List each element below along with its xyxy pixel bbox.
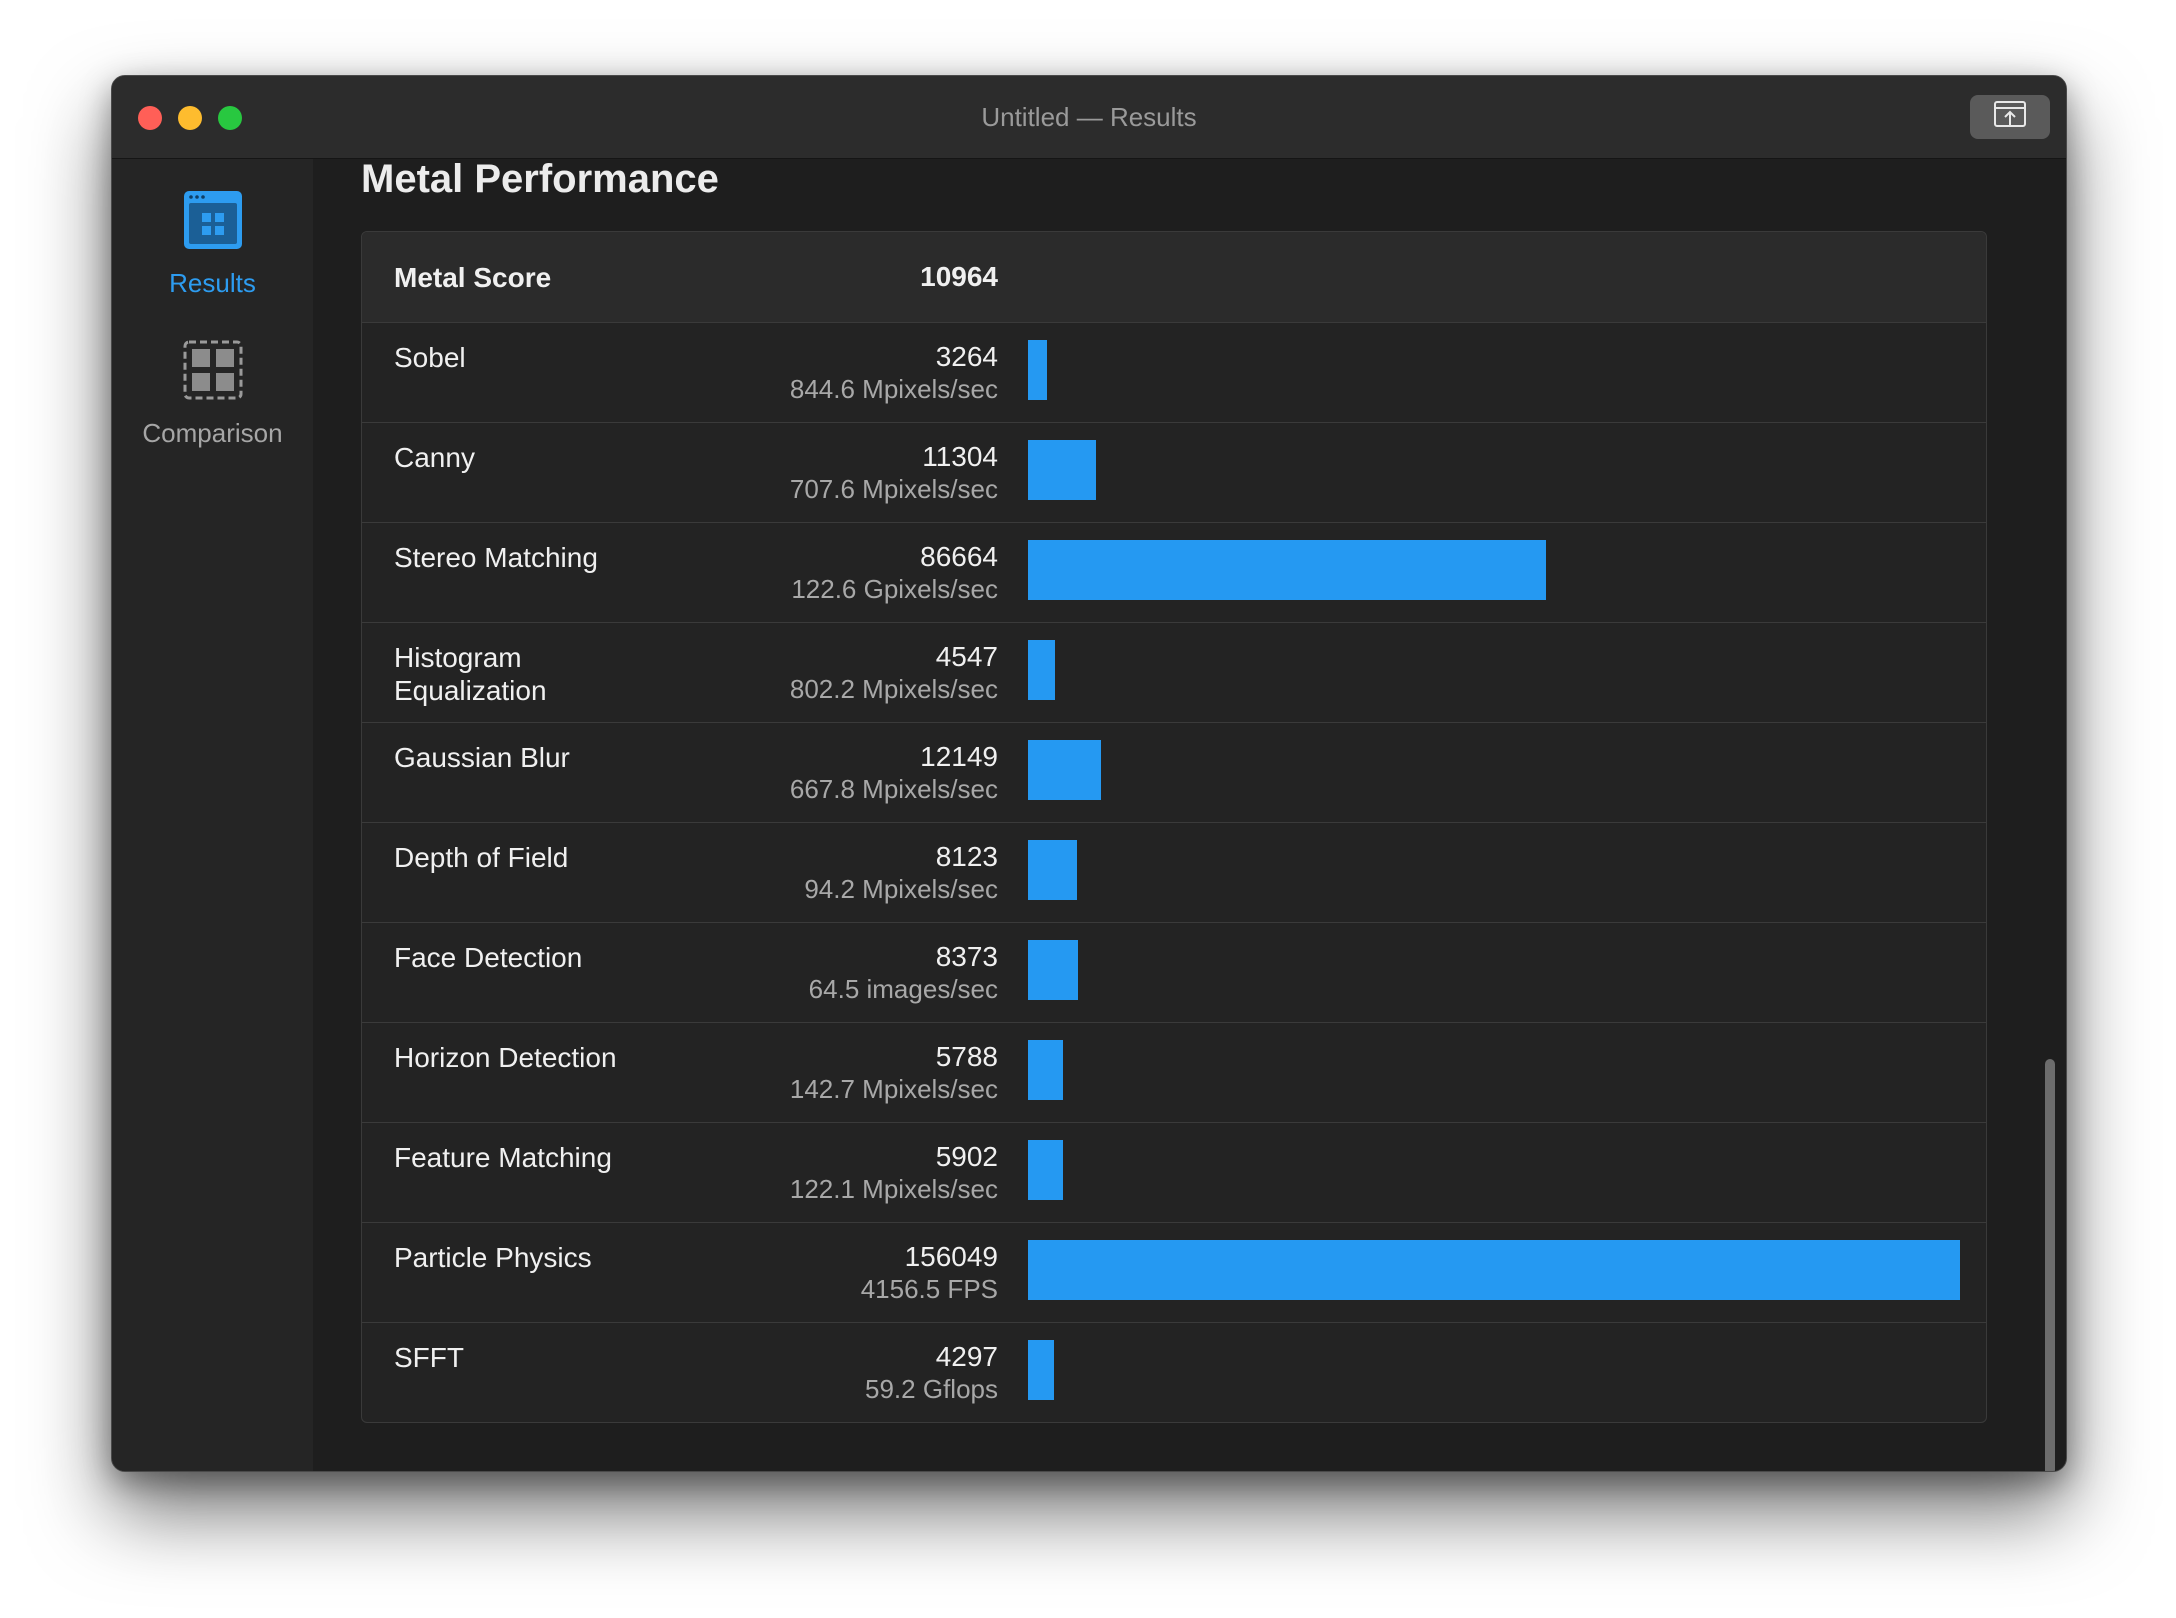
table-row: Particle Physics 156049 4156.5 FPS xyxy=(362,1223,1986,1323)
test-name: Face Detection xyxy=(394,942,583,973)
table-row: Canny 11304 707.6 Mpixels/sec xyxy=(362,423,1986,523)
score-bar xyxy=(1028,1040,1063,1100)
test-score: 4547 xyxy=(935,641,998,672)
score-bar xyxy=(1028,640,1055,700)
table-row: SFFT 4297 59.2 Gflops xyxy=(362,1323,1986,1422)
test-name: Stereo Matching xyxy=(394,542,598,573)
test-score: 8373 xyxy=(935,941,998,972)
score-bar xyxy=(1028,940,1078,1000)
sidebar: Results Comparison xyxy=(112,159,313,1471)
test-score: 3264 xyxy=(935,341,998,372)
test-score: 86664 xyxy=(920,541,998,572)
test-rate: 142.7 Mpixels/sec xyxy=(789,1074,998,1104)
results-grid-icon xyxy=(112,189,313,256)
test-name: Particle Physics xyxy=(394,1242,592,1273)
scrollbar-thumb[interactable] xyxy=(2045,1059,2055,1471)
score-bar xyxy=(1028,540,1546,600)
test-rate: 4156.5 FPS xyxy=(860,1274,998,1304)
table-row: Histogram Equalization 4547 802.2 Mpixels/… xyxy=(362,623,1986,723)
score-bar xyxy=(1028,740,1101,800)
test-score: 5902 xyxy=(935,1141,998,1172)
sidebar-item-comparison[interactable]: Comparison xyxy=(112,339,313,449)
table-row: Depth of Field 8123 94.2 Mpixels/sec xyxy=(362,823,1986,923)
table-row: Face Detection 8373 64.5 images/sec xyxy=(362,923,1986,1023)
test-score: 156049 xyxy=(904,1241,998,1272)
test-rate: 844.6 Mpixels/sec xyxy=(789,374,998,404)
test-score: 12149 xyxy=(920,741,998,772)
test-rate: 59.2 Gflops xyxy=(865,1374,998,1404)
test-score: 5788 xyxy=(935,1041,998,1072)
share-upload-icon xyxy=(1993,100,2027,135)
score-bar xyxy=(1028,1140,1063,1200)
score-bar xyxy=(1028,840,1077,900)
test-name: Sobel xyxy=(394,342,466,373)
test-score: 11304 xyxy=(922,441,998,472)
score-bar xyxy=(1028,440,1096,500)
title-bar: Untitled — Results xyxy=(112,76,2066,159)
vertical-scrollbar[interactable] xyxy=(2042,159,2058,1471)
summary-label: Metal Score xyxy=(394,262,552,293)
section-title: Metal Performance xyxy=(361,157,719,201)
share-button[interactable] xyxy=(1970,95,2050,139)
test-rate: 122.6 Gpixels/sec xyxy=(791,574,998,604)
test-name: SFFT xyxy=(394,1342,464,1373)
sidebar-item-label: Comparison xyxy=(142,418,283,448)
test-rate: 94.2 Mpixels/sec xyxy=(804,874,998,904)
test-rate: 707.6 Mpixels/sec xyxy=(789,474,998,504)
test-name: Histogram Equalization xyxy=(394,642,547,706)
table-row: Feature Matching 5902 122.1 Mpixels/sec xyxy=(362,1123,1986,1223)
test-name: Canny xyxy=(394,442,475,473)
score-bar xyxy=(1028,1240,1960,1300)
sidebar-item-results[interactable]: Results xyxy=(112,189,313,299)
table-row: Sobel 3264 844.6 Mpixels/sec xyxy=(362,323,1986,423)
test-rate: 802.2 Mpixels/sec xyxy=(789,674,998,704)
sidebar-item-label: Results xyxy=(169,268,256,298)
test-name: Feature Matching xyxy=(394,1142,612,1173)
comparison-grid-icon xyxy=(112,339,313,406)
test-name: Depth of Field xyxy=(394,842,569,873)
test-name: Horizon Detection xyxy=(394,1042,617,1073)
score-bar xyxy=(1028,1340,1054,1400)
window-title: Untitled — Results xyxy=(981,102,1197,132)
score-bar xyxy=(1028,340,1047,400)
test-rate: 122.1 Mpixels/sec xyxy=(789,1174,998,1204)
table-row: Horizon Detection 5788 142.7 Mpixels/sec xyxy=(362,1023,1986,1123)
summary-row: Metal Score 10964 xyxy=(362,232,1986,323)
test-rate: 667.8 Mpixels/sec xyxy=(789,774,998,804)
test-score: 4297 xyxy=(935,1341,998,1372)
results-table: Metal Score 10964 Sobel 3264 844.6 Mpixels… xyxy=(361,231,1987,1423)
summary-score: 10964 xyxy=(920,261,998,292)
table-row: Stereo Matching 86664 122.6 Gpixels/sec xyxy=(362,523,1986,623)
test-score: 8123 xyxy=(935,841,998,872)
test-name: Gaussian Blur xyxy=(394,742,570,773)
test-rate: 64.5 images/sec xyxy=(808,974,998,1004)
results-content[interactable]: Metal Performance Metal Score 10964 Sobe… xyxy=(313,157,2066,1471)
table-row: Gaussian Blur 12149 667.8 Mpixels/sec xyxy=(362,723,1986,823)
app-window: Untitled — Results Results Comparison Me… xyxy=(111,75,2067,1472)
